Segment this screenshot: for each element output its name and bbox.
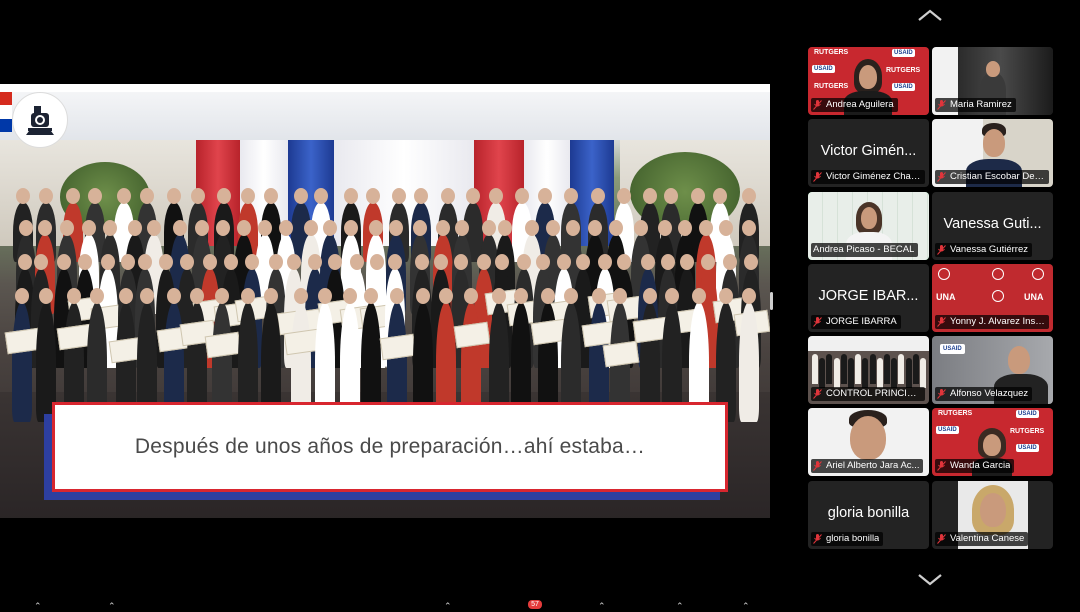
participants-button[interactable]: ⌃ — [444, 601, 452, 612]
participant-display-name: gloria bonilla — [827, 505, 910, 521]
participant-name-label: JORGE IBARRA — [811, 315, 901, 329]
participant-name-label: Vanessa Gutiérrez — [935, 243, 1032, 257]
participant-tile[interactable]: gloria bonilla gloria bonilla — [808, 481, 929, 549]
participant-tile[interactable]: Cristian Escobar Dec... — [932, 119, 1053, 187]
reactions-button[interactable]: ⌃ — [742, 601, 750, 612]
muted-mic-icon — [937, 172, 946, 182]
participant-name-label: Andrea Picaso - BECAL — [811, 243, 919, 257]
participant-name-label: gloria bonilla — [811, 532, 884, 546]
participant-name-label: Alfonso Velazquez — [935, 387, 1033, 401]
gallery-down-button[interactable] — [915, 572, 945, 588]
participant-tile[interactable]: RUTGERS USAID USAID RUTGERS USAID RUTGER… — [808, 47, 929, 115]
muted-mic-icon — [813, 461, 822, 471]
caption-box: Después de unos años de preparación…ahí … — [52, 402, 728, 492]
participant-tile[interactable]: Valentina Canese — [932, 481, 1053, 549]
participant-name-label: Maria Ramirez — [935, 98, 1016, 112]
meeting-window: Después de unos años de preparación…ahí … — [0, 0, 1080, 612]
locomotive-logo-icon — [12, 92, 68, 148]
muted-mic-icon — [937, 100, 946, 110]
chevron-up-icon — [918, 9, 942, 21]
muted-mic-icon — [813, 172, 822, 182]
participant-name-label: Cristian Escobar Dec... — [935, 170, 1049, 184]
participant-tile[interactable]: Ariel Alberto Jara Ac... — [808, 408, 929, 476]
participant-name-label: Yonny J. Alvarez Insfr... — [935, 315, 1049, 329]
participant-tile[interactable]: CONTROL PRINCIPAL — [808, 336, 929, 404]
participant-name-label: CONTROL PRINCIPAL — [811, 387, 925, 401]
participant-name-label: Victor Giménez Chavez — [811, 170, 925, 184]
muted-mic-icon — [937, 317, 946, 327]
participant-tile[interactable]: RUTGERS USAID USAID RUTGERS USAID Wanda … — [932, 408, 1053, 476]
muted-mic-icon — [937, 245, 946, 255]
paraguay-flag-icon — [0, 92, 12, 132]
participant-display-name: Victor Gimén... — [820, 143, 917, 159]
mute-button[interactable]: ⌃ — [34, 601, 42, 612]
muted-mic-icon — [937, 534, 946, 544]
muted-mic-icon — [937, 461, 946, 471]
gallery-up-button[interactable] — [915, 8, 945, 24]
participant-name-label: Andrea Aguilera — [811, 98, 898, 112]
participant-name-label: Wanda Garcia — [935, 459, 1015, 473]
muted-mic-icon — [813, 100, 822, 110]
participant-tile[interactable]: USAID Alfonso Velazquez — [932, 336, 1053, 404]
muted-mic-icon — [813, 389, 822, 399]
participant-tile[interactable]: UNA UNA Yonny J. Alvarez Insfr... — [932, 264, 1053, 332]
muted-mic-icon — [813, 317, 822, 327]
shared-screen-slide: Después de unos años de preparación…ahí … — [0, 84, 770, 518]
split-view-handle[interactable] — [770, 292, 773, 310]
participant-name-label: Valentina Canese — [935, 532, 1029, 546]
slide-caption: Después de unos años de preparación…ahí … — [134, 435, 646, 458]
video-button[interactable]: ⌃ — [108, 601, 116, 612]
participant-display-name: Vanessa Guti... — [943, 216, 1042, 232]
share-screen-button[interactable]: ⌃ — [598, 601, 606, 612]
muted-mic-icon — [813, 534, 822, 544]
participant-tile[interactable]: Maria Ramirez — [932, 47, 1053, 115]
participant-tile-active-speaker[interactable]: Andrea Picaso - BECAL — [808, 192, 929, 260]
participant-name-label: Ariel Alberto Jara Ac... — [811, 459, 924, 473]
participant-tile[interactable]: Victor Gimén... Victor Giménez Chavez — [808, 119, 929, 187]
chat-unread-badge[interactable]: 57 — [528, 600, 542, 609]
record-button[interactable]: ⌃ — [676, 601, 684, 612]
muted-mic-icon — [937, 389, 946, 399]
chevron-down-icon — [918, 574, 942, 586]
participant-tile[interactable]: JORGE IBAR... JORGE IBARRA — [808, 264, 929, 332]
participant-display-name: JORGE IBAR... — [818, 288, 919, 304]
participant-tile[interactable]: Vanessa Guti... Vanessa Gutiérrez — [932, 192, 1053, 260]
